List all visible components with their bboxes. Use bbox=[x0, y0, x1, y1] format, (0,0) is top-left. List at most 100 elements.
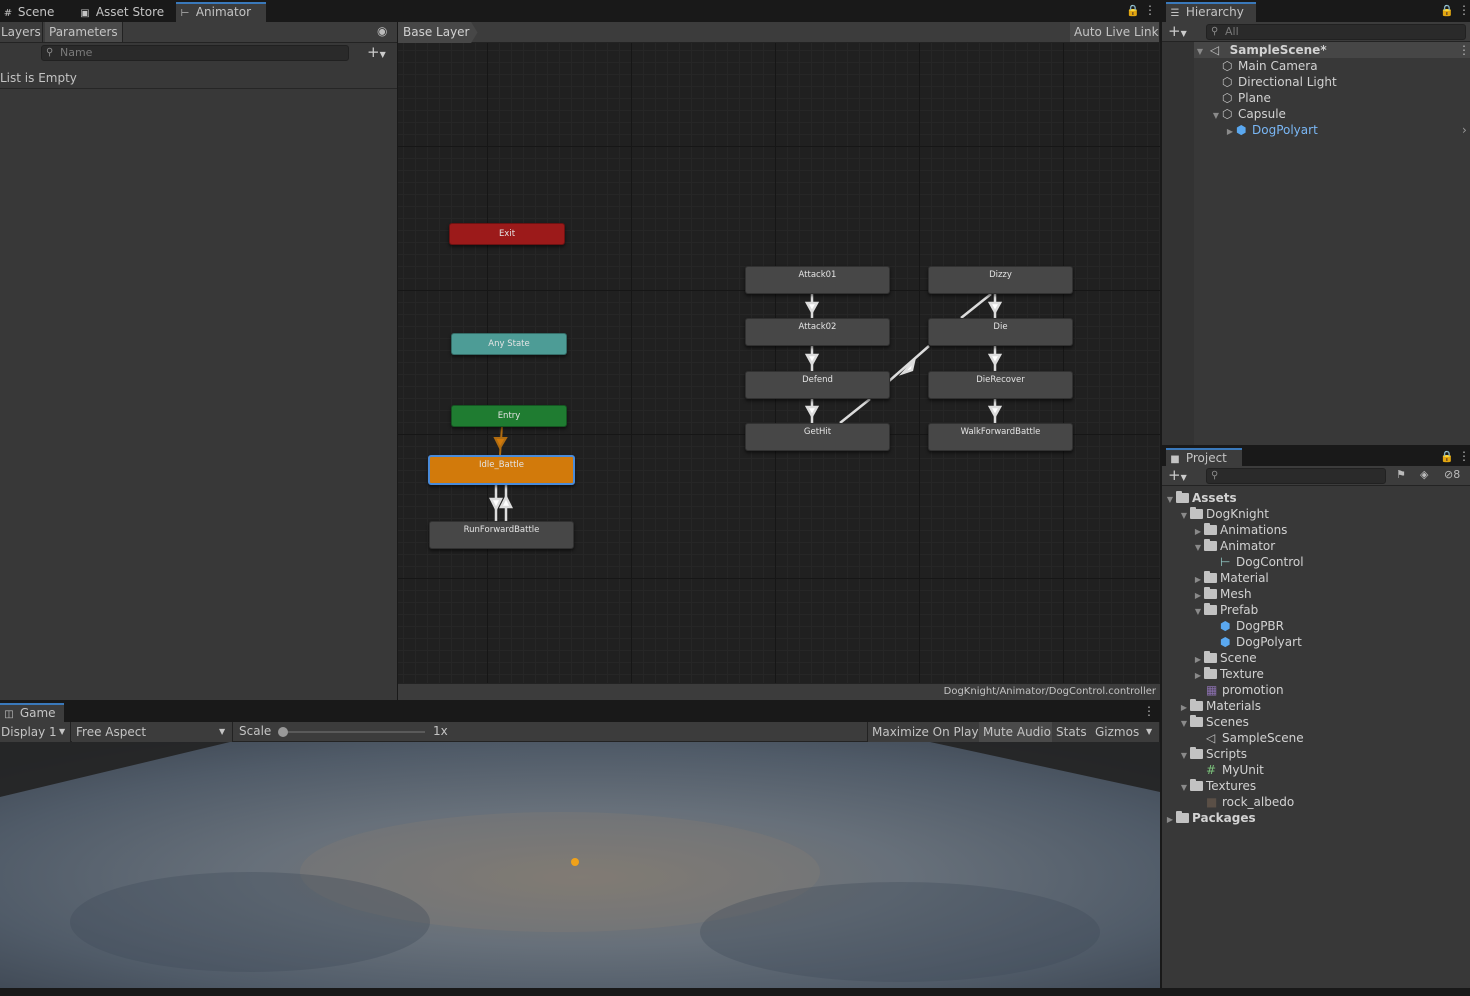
expand-arrow-icon[interactable]: ▼ bbox=[1210, 108, 1222, 124]
hierarchy-add-button[interactable]: +▼ bbox=[1168, 22, 1187, 40]
filter-label-icon[interactable]: ◈ bbox=[1420, 468, 1428, 481]
folder-icon bbox=[1204, 539, 1217, 551]
chevron-right-icon[interactable]: › bbox=[1462, 122, 1467, 138]
project-folder-texture[interactable]: ▶ Texture bbox=[1192, 666, 1264, 682]
project-folder-mesh[interactable]: ▶ Mesh bbox=[1192, 586, 1252, 602]
state-die[interactable]: Die bbox=[928, 318, 1073, 346]
project-folder-dogknight[interactable]: ▼ DogKnight bbox=[1178, 506, 1269, 522]
project-folder-assets[interactable]: ▼ Assets bbox=[1164, 490, 1237, 506]
tab-project[interactable]: ■ Project bbox=[1166, 448, 1242, 468]
left-vertical-splitter[interactable] bbox=[397, 22, 398, 700]
project-folder-prefab[interactable]: ▼ Prefab bbox=[1192, 602, 1258, 618]
expand-arrow-icon[interactable]: ▼ bbox=[1178, 508, 1190, 524]
project-folder-scene[interactable]: ▶ Scene bbox=[1192, 650, 1257, 666]
tab-animator[interactable]: ⊢ Animator bbox=[176, 2, 266, 22]
tab-asset-store[interactable]: ▣ Asset Store bbox=[76, 2, 172, 22]
project-folder-animator[interactable]: ▼ Animator bbox=[1192, 538, 1275, 554]
folder-label: Packages bbox=[1192, 811, 1256, 825]
item-label: DogPolyart bbox=[1252, 123, 1318, 137]
project-asset-promotion[interactable]: ▦ promotion bbox=[1206, 682, 1284, 698]
project-lock-icon[interactable]: 🔒 bbox=[1440, 450, 1454, 463]
folder-icon bbox=[1204, 667, 1217, 679]
hierarchy-item-main-camera[interactable]: ⬡ Main Camera bbox=[1222, 58, 1318, 74]
project-add-button[interactable]: +▼ bbox=[1168, 466, 1187, 484]
expand-arrow-icon[interactable]: ▼ bbox=[1178, 716, 1190, 732]
state-any-state[interactable]: Any State bbox=[451, 333, 567, 355]
scale-slider-thumb[interactable] bbox=[278, 727, 288, 737]
layers-tab[interactable]: Layers bbox=[0, 22, 43, 42]
project-asset-samplescene[interactable]: ◁ SampleScene bbox=[1206, 730, 1304, 746]
auto-live-link-button[interactable]: Auto Live Link bbox=[1070, 22, 1160, 42]
visibility-eye-icon[interactable]: ◉ bbox=[377, 24, 387, 38]
add-parameter-button[interactable]: +▼ bbox=[367, 43, 386, 61]
collapse-arrow-icon[interactable]: ▶ bbox=[1192, 668, 1204, 684]
state-entry[interactable]: Entry bbox=[451, 405, 567, 427]
animator-controller-icon: ⊢ bbox=[1220, 555, 1231, 569]
tab-game[interactable]: ◫ Game bbox=[0, 703, 64, 723]
state-walk-forward-battle[interactable]: WalkForwardBattle bbox=[928, 423, 1073, 451]
project-asset-dogcontrol[interactable]: ⊢ DogControl bbox=[1220, 554, 1304, 570]
expand-arrow-icon[interactable]: ▼ bbox=[1192, 604, 1204, 620]
project-folder-scenes[interactable]: ▼ Scenes bbox=[1178, 714, 1249, 730]
project-asset-dogpolyart[interactable]: ⬢ DogPolyart bbox=[1220, 634, 1302, 650]
hierarchy-item-dogpolyart[interactable]: ▶ ⬢ DogPolyart › bbox=[1224, 122, 1470, 138]
more-menu-icon[interactable]: ⋮ bbox=[1144, 3, 1156, 17]
collapse-arrow-icon[interactable]: ▶ bbox=[1224, 124, 1236, 140]
expand-arrow-icon[interactable]: ▼ bbox=[1178, 748, 1190, 764]
scene-name: SampleScene* bbox=[1229, 43, 1327, 57]
aspect-dropdown[interactable]: Free Aspect ▼ bbox=[72, 722, 233, 742]
state-exit[interactable]: Exit bbox=[449, 223, 565, 245]
expand-arrow-icon[interactable]: ▼ bbox=[1178, 780, 1190, 796]
gizmos-toggle[interactable]: Gizmos ▼ bbox=[1091, 722, 1160, 742]
state-gethit[interactable]: GetHit bbox=[745, 423, 890, 451]
hidden-packages-icon[interactable]: ⊘8 bbox=[1444, 468, 1460, 481]
game-more-menu-icon[interactable]: ⋮ bbox=[1143, 704, 1155, 718]
collapse-arrow-icon[interactable]: ▶ bbox=[1164, 812, 1176, 828]
game-viewport[interactable] bbox=[0, 742, 1160, 988]
dropdown-arrow-icon: ▼ bbox=[59, 727, 66, 736]
project-asset-myunit[interactable]: # MyUnit bbox=[1206, 762, 1264, 778]
parameters-tab[interactable]: Parameters bbox=[45, 22, 123, 42]
project-folder-animations[interactable]: ▶ Animations bbox=[1192, 522, 1287, 538]
project-folder-scripts[interactable]: ▼ Scripts bbox=[1178, 746, 1247, 762]
project-folder-materials[interactable]: ▶ Materials bbox=[1178, 698, 1261, 714]
hierarchy-item-directional-light[interactable]: ⬡ Directional Light bbox=[1222, 74, 1337, 90]
scale-slider[interactable] bbox=[278, 727, 425, 737]
hierarchy-lock-icon[interactable]: 🔒 bbox=[1440, 4, 1454, 17]
project-asset-rock-albedo[interactable]: ■ rock_albedo bbox=[1206, 794, 1294, 810]
state-dizzy[interactable]: Dizzy bbox=[928, 266, 1073, 294]
animator-graph[interactable]: Exit Any State Entry Idle_Battle RunForw… bbox=[398, 43, 1160, 683]
hierarchy-search-input[interactable]: ⚲ All bbox=[1206, 24, 1466, 40]
scene-more-icon[interactable]: ⋮ bbox=[1458, 42, 1470, 58]
maximize-on-play-toggle[interactable]: Maximize On Play bbox=[867, 722, 984, 742]
project-folder-material[interactable]: ▶ Material bbox=[1192, 570, 1269, 586]
expand-arrow-icon[interactable]: ▼ bbox=[1194, 44, 1206, 60]
hierarchy-more-icon[interactable]: ⋮ bbox=[1458, 3, 1470, 17]
filter-type-icon[interactable]: ⚑ bbox=[1396, 468, 1406, 481]
project-folder-textures[interactable]: ▼ Textures bbox=[1178, 778, 1256, 794]
state-idle-battle[interactable]: Idle_Battle bbox=[428, 455, 575, 485]
project-more-icon[interactable]: ⋮ bbox=[1458, 449, 1470, 463]
state-defend[interactable]: Defend bbox=[745, 371, 890, 399]
expand-arrow-icon[interactable]: ▼ bbox=[1192, 540, 1204, 556]
hierarchy-item-capsule[interactable]: ▼ ⬡ Capsule bbox=[1210, 106, 1286, 122]
breadcrumb-base-layer[interactable]: Base Layer bbox=[398, 22, 478, 43]
vertical-splitter[interactable] bbox=[1160, 0, 1162, 988]
lock-icon[interactable]: 🔒 bbox=[1126, 4, 1140, 17]
tab-hierarchy[interactable]: ☰ Hierarchy bbox=[1166, 2, 1256, 22]
project-folder-packages[interactable]: ▶ Packages bbox=[1164, 810, 1256, 826]
state-attack01[interactable]: Attack01 bbox=[745, 266, 890, 294]
display-dropdown[interactable]: Display 1 ▼ bbox=[0, 722, 71, 742]
mute-audio-toggle[interactable]: Mute Audio bbox=[979, 722, 1056, 742]
project-asset-dogpbr[interactable]: ⬢ DogPBR bbox=[1220, 618, 1284, 634]
expand-arrow-icon[interactable]: ▼ bbox=[1164, 492, 1176, 508]
state-run-forward-battle[interactable]: RunForwardBattle bbox=[429, 521, 574, 549]
parameter-search-input[interactable]: ⚲ Name bbox=[41, 45, 349, 61]
tab-scene[interactable]: # Scene bbox=[0, 2, 70, 22]
state-attack02[interactable]: Attack02 bbox=[745, 318, 890, 346]
state-die-recover[interactable]: DieRecover bbox=[928, 371, 1073, 399]
project-search-input[interactable]: ⚲ bbox=[1206, 468, 1386, 484]
hierarchy-item-plane[interactable]: ⬡ Plane bbox=[1222, 90, 1271, 106]
stats-toggle[interactable]: Stats bbox=[1052, 722, 1092, 742]
scene-row[interactable]: ▼ ◁ SampleScene* ⋮ bbox=[1194, 42, 1470, 58]
